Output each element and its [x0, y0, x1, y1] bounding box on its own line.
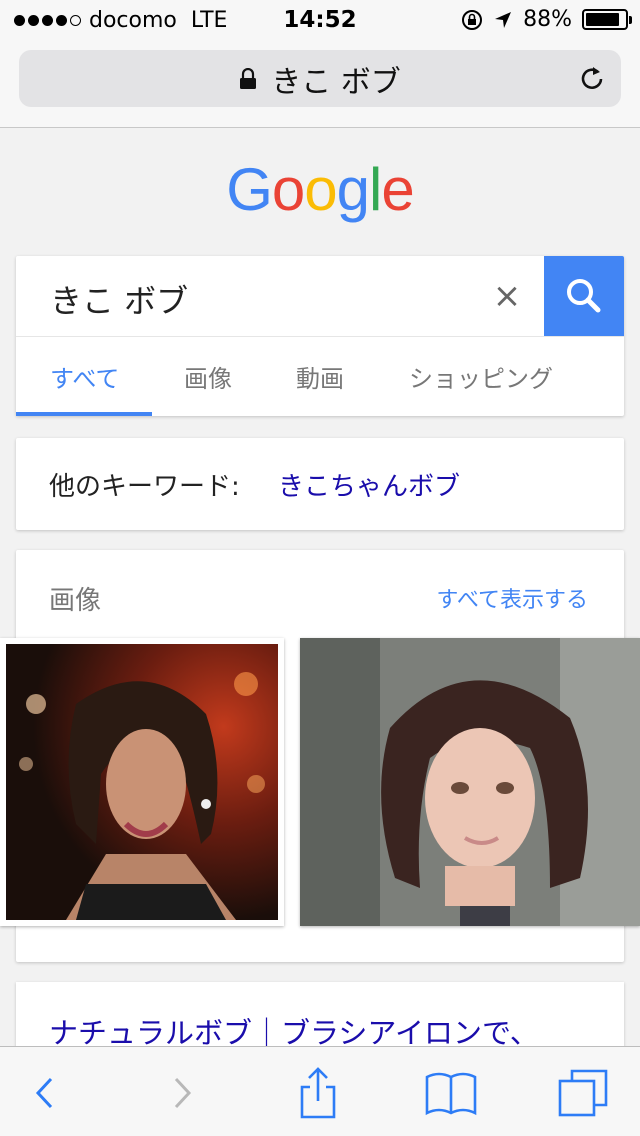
related-keyword-label: 他のキーワード: — [49, 472, 240, 502]
status-right: 88% — [461, 7, 632, 32]
battery-fill — [586, 13, 620, 26]
tab-videos[interactable]: 動画 — [296, 359, 344, 394]
reload-icon[interactable] — [575, 62, 609, 96]
search-card: きこ ボブ × すべて 画像 動画 ショッピング — [16, 256, 624, 416]
logo-letter: o — [304, 156, 337, 223]
images-section-title: 画像 — [49, 586, 102, 616]
battery-icon — [582, 9, 632, 30]
search-button[interactable] — [544, 256, 624, 336]
status-bar: docomo LTE 14:52 88% — [0, 0, 640, 40]
show-all-images-link[interactable]: すべて表示する — [436, 582, 588, 614]
related-keyword-card: 他のキーワード: きこちゃんボブ — [16, 438, 624, 530]
logo-letter: o — [271, 156, 305, 223]
lock-icon — [240, 67, 257, 89]
browser-toolbar — [0, 1046, 640, 1136]
back-icon[interactable] — [16, 1065, 72, 1121]
location-arrow-icon — [495, 11, 512, 28]
tab-images[interactable]: 画像 — [184, 359, 232, 394]
search-tabs: すべて 画像 動画 ショッピング — [16, 336, 624, 416]
forward-icon[interactable] — [155, 1065, 211, 1121]
address-bar-title: きこ ボブ — [271, 64, 401, 100]
address-bar[interactable]: きこ ボブ — [19, 50, 621, 107]
orientation-lock-icon — [462, 9, 483, 30]
tabs-icon[interactable] — [556, 1065, 612, 1121]
image-thumbnail[interactable] — [300, 638, 640, 926]
browser-url-area: きこ ボブ — [0, 40, 640, 128]
logo-letter: g — [336, 156, 370, 223]
clear-search-icon[interactable]: × — [490, 276, 524, 316]
share-icon[interactable] — [290, 1065, 346, 1121]
google-logo: Google — [0, 155, 640, 224]
woman-bob-photo — [6, 644, 278, 920]
bookmarks-icon[interactable] — [423, 1065, 479, 1121]
battery-percent: 88% — [523, 7, 572, 32]
related-keyword-link[interactable]: きこちゃんボブ — [278, 466, 460, 503]
tab-shopping[interactable]: ショッピング — [409, 359, 553, 394]
logo-letter: l — [369, 156, 382, 223]
active-tab-indicator — [16, 412, 152, 416]
search-icon — [567, 279, 601, 313]
logo-letter: G — [226, 156, 273, 223]
mannequin-bob-photo — [300, 638, 640, 926]
image-thumbnail[interactable] — [0, 638, 284, 926]
search-input[interactable]: きこ ボブ — [50, 276, 188, 322]
logo-letter: e — [381, 156, 414, 223]
tab-all[interactable]: すべて — [50, 359, 119, 394]
